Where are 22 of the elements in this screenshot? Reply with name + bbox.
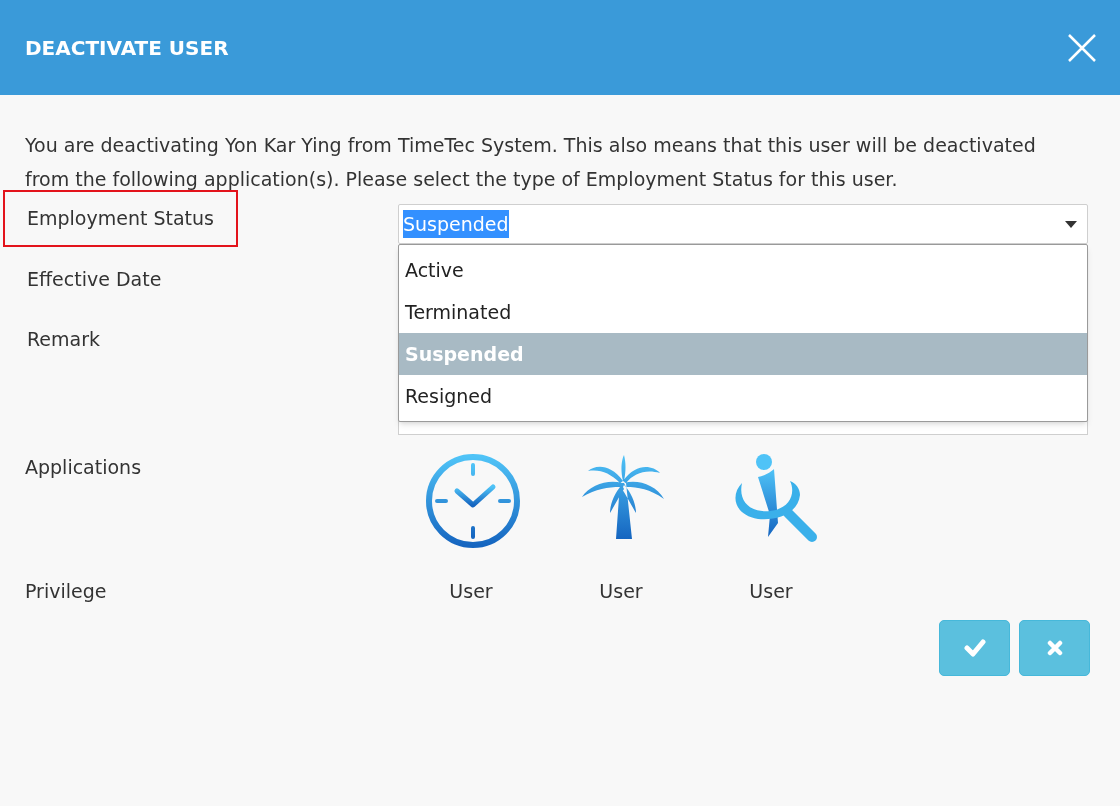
privilege-value: User bbox=[749, 579, 793, 604]
cancel-button[interactable] bbox=[1019, 619, 1090, 676]
close-icon bbox=[1046, 639, 1063, 656]
checkmark-icon bbox=[963, 638, 986, 657]
field-label: Employment Status bbox=[3, 190, 238, 247]
dropdown-option[interactable]: Resigned bbox=[399, 375, 1087, 417]
field-label: Remark bbox=[26, 327, 101, 352]
confirm-button[interactable] bbox=[939, 619, 1010, 676]
applications-label: Applications bbox=[25, 456, 142, 478]
dropdown-option[interactable]: Active bbox=[399, 249, 1087, 291]
caret-icon bbox=[1065, 220, 1077, 228]
privilege-label: Privilege bbox=[25, 580, 107, 602]
clock-icon bbox=[425, 453, 521, 549]
select-value: Suspended bbox=[403, 209, 509, 239]
privilege-value: User bbox=[449, 579, 493, 604]
privilege-value: User bbox=[599, 579, 643, 604]
message-text: You are deactivating Yon Kar Ying from TimeTec System. This also means that this user will be deactivated from the following application(s). Please select the type of Employment Status for this user. bbox=[25, 133, 1037, 192]
palm-tree-icon bbox=[580, 453, 666, 539]
field-label: Effective Date bbox=[26, 266, 163, 292]
close-button[interactable] bbox=[1066, 31, 1098, 64]
dialog-title: DEACTIVATE USER bbox=[25, 34, 229, 62]
dropdown-option[interactable]: Terminated bbox=[399, 291, 1087, 333]
